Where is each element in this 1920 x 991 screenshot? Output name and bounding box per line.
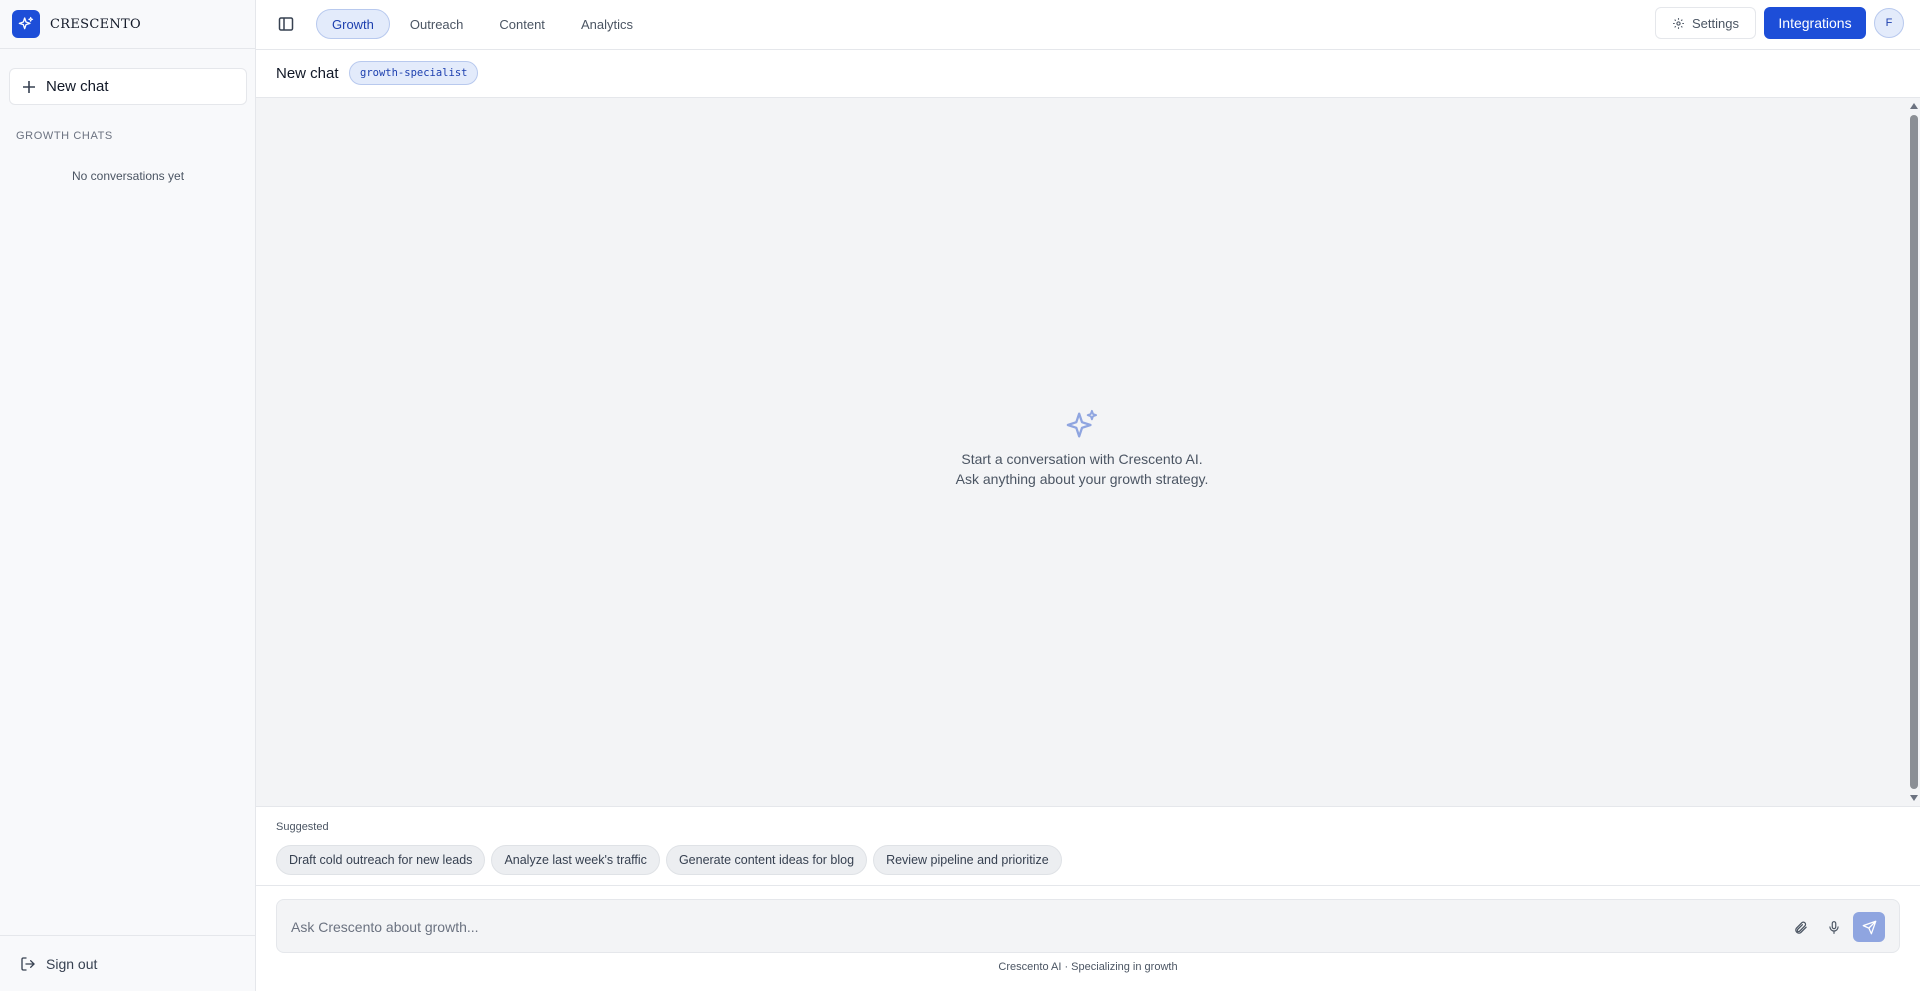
footer-note: Crescento AI · Specializing in growth [998, 961, 1178, 973]
settings-label: Settings [1692, 15, 1739, 31]
sidebar: CRESCENTO New chat GROWTH CHATS No conve… [0, 0, 256, 991]
suggestion-chip[interactable]: Generate content ideas for blog [665, 845, 868, 875]
scroll-down-arrow-icon[interactable] [1910, 795, 1918, 801]
sign-out-label: Sign out [46, 955, 98, 972]
suggestion-chip[interactable]: Analyze last week's traffic [491, 845, 660, 875]
top-nav: Growth Outreach Content Analytics Settin… [256, 0, 1920, 50]
empty-state: Start a conversation with Crescento AI. … [256, 408, 1908, 489]
message-composer [276, 899, 1900, 953]
avatar[interactable]: F [1874, 8, 1904, 38]
logout-icon [20, 956, 36, 972]
suggestions-label: Suggested [276, 821, 329, 833]
chat-title: New chat [276, 65, 339, 82]
send-button[interactable] [1853, 912, 1885, 942]
gear-icon [1672, 17, 1685, 30]
chat-header: New chat growth-specialist [256, 50, 1920, 98]
agent-badge: growth-specialist [349, 61, 479, 85]
tab-outreach[interactable]: Outreach [394, 9, 479, 39]
scroll-thumb[interactable] [1910, 115, 1918, 789]
empty-state-line-1: Start a conversation with Crescento AI. [961, 451, 1203, 467]
sparkles-icon[interactable] [12, 10, 40, 38]
message-area: Start a conversation with Crescento AI. … [256, 98, 1908, 806]
new-chat-button[interactable]: New chat [9, 68, 247, 105]
app-name: CRESCENTO [50, 16, 141, 32]
message-input[interactable] [289, 914, 1729, 940]
suggestion-chip[interactable]: Review pipeline and prioritize [873, 845, 1062, 875]
tab-content[interactable]: Content [483, 9, 561, 39]
microphone-icon[interactable] [1824, 917, 1844, 937]
tab-growth[interactable]: Growth [316, 9, 390, 39]
sign-out-button[interactable]: Sign out [0, 935, 256, 991]
integrations-button[interactable]: Integrations [1764, 7, 1866, 39]
empty-state-line-2: Ask anything about your growth strategy. [955, 471, 1209, 487]
empty-conversations-note: No conversations yet [71, 169, 185, 183]
plus-icon [22, 80, 36, 94]
settings-button[interactable]: Settings [1655, 7, 1756, 39]
paperclip-icon[interactable] [1790, 917, 1810, 937]
mode-tabs: Growth Outreach Content Analytics [316, 9, 649, 39]
new-chat-label: New chat [46, 78, 109, 95]
send-icon [1862, 920, 1877, 935]
sparkles-icon [1065, 408, 1099, 447]
suggestion-chips: Draft cold outreach for new leads Analyz… [276, 845, 1062, 875]
scroll-up-arrow-icon[interactable] [1910, 103, 1918, 109]
sidebar-toggle-icon[interactable] [276, 14, 296, 34]
tab-analytics[interactable]: Analytics [565, 9, 649, 39]
brand: CRESCENTO [0, 0, 255, 49]
suggestions-panel: Suggested Draft cold outreach for new le… [256, 806, 1920, 886]
suggestion-chip[interactable]: Draft cold outreach for new leads [276, 845, 486, 875]
section-label: GROWTH CHATS [16, 130, 113, 142]
message-scrollbar[interactable] [1908, 98, 1920, 806]
